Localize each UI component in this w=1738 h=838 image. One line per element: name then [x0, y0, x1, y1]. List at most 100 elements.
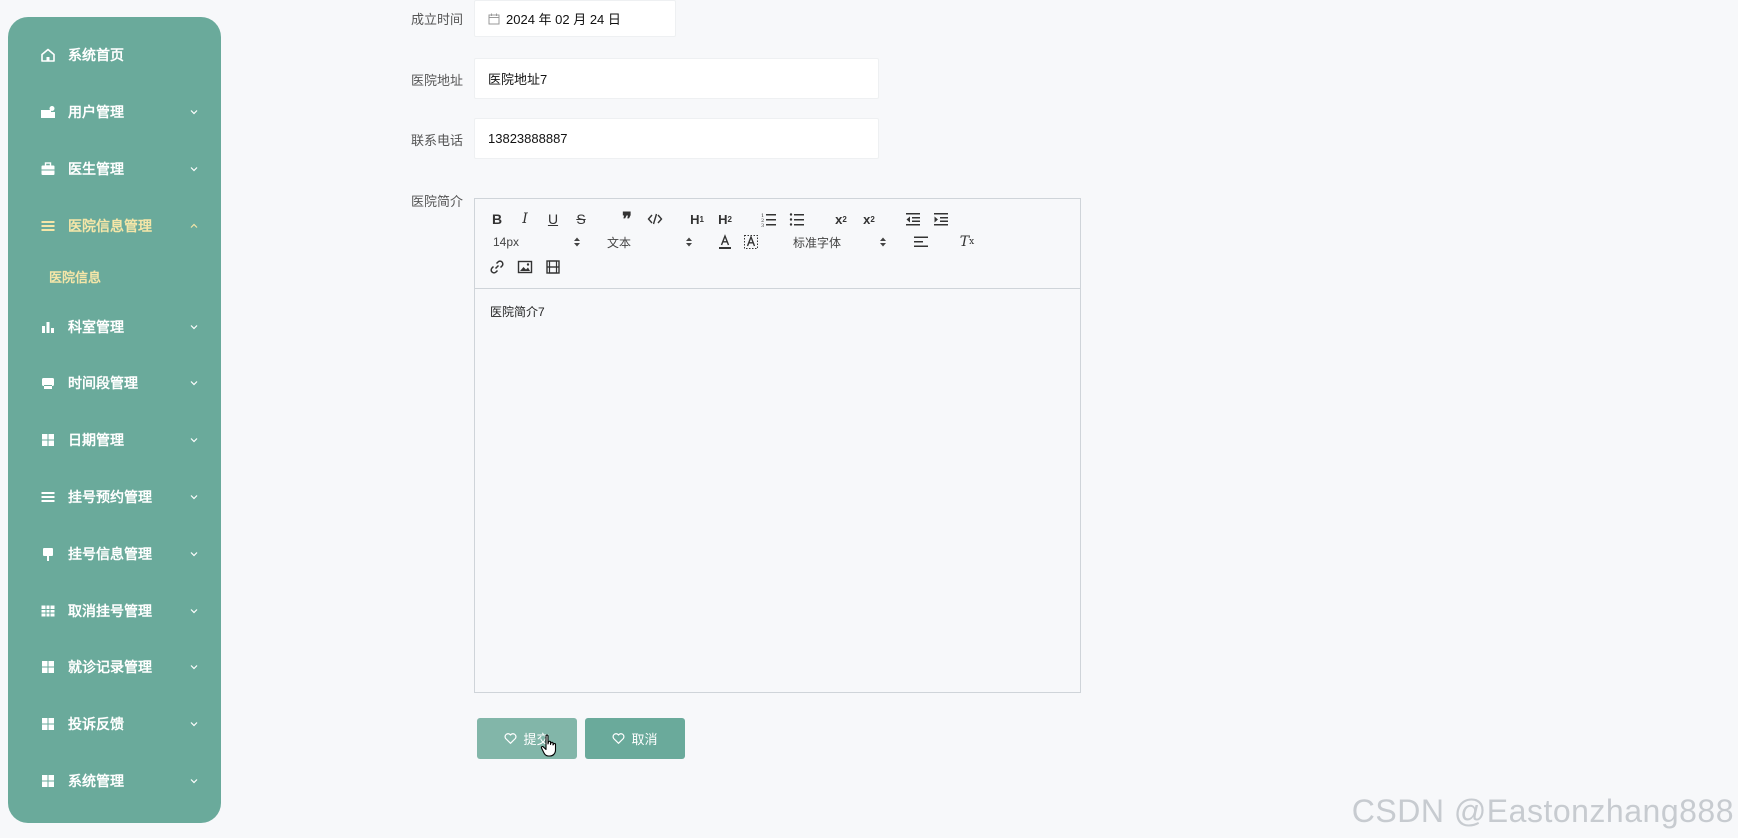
strikethrough-icon[interactable]: S [571, 209, 591, 229]
sidebar-subitem-hospital-info[interactable]: 医院信息 [8, 254, 221, 298]
sidebar-item-doctors[interactable]: 医生管理 [8, 141, 221, 198]
editor-paragraph: 医院简介7 [490, 305, 545, 319]
chevron-down-icon [189, 322, 199, 332]
select-arrows-icon [685, 236, 693, 248]
phone-input[interactable]: 13823888887 [474, 118, 879, 159]
sidebar-item-label: 科室管理 [68, 318, 124, 335]
sidebar-item-cancel-registration[interactable]: 取消挂号管理 [8, 582, 221, 639]
user-manage-icon [40, 104, 56, 120]
chevron-down-icon [189, 107, 199, 117]
chevron-up-icon [189, 221, 199, 231]
heart-icon [504, 732, 517, 745]
font-family-select[interactable]: 标准字体 [793, 233, 887, 251]
hand-cursor-icon [540, 734, 558, 758]
cancel-button[interactable]: 取消 [585, 718, 685, 759]
link-icon[interactable] [487, 257, 507, 277]
chevron-down-icon [189, 435, 199, 445]
heading-1-icon[interactable]: H1 [687, 209, 707, 229]
sidebar-item-complaints[interactable]: 投诉反馈 [8, 696, 221, 753]
indent-icon[interactable] [931, 209, 951, 229]
chevron-down-icon [189, 776, 199, 786]
founded-date-input[interactable]: 2024 年 02 月 24 日 [474, 0, 676, 37]
sidebar-item-hospital-info[interactable]: 医院信息管理 [8, 197, 221, 254]
calendar-icon [488, 13, 500, 25]
editor-content[interactable]: 医院简介7 [475, 289, 1080, 334]
chevron-down-icon [189, 164, 199, 174]
image-icon[interactable] [515, 257, 535, 277]
intro-label: 医院简介 [410, 194, 463, 209]
sidebar-item-dates[interactable]: 日期管理 [8, 412, 221, 469]
bar-chart-icon [40, 319, 56, 335]
sidebar-item-label: 挂号预约管理 [68, 488, 152, 505]
sidebar-item-label: 用户管理 [68, 104, 124, 121]
pin-icon [40, 546, 56, 562]
outdent-icon[interactable] [903, 209, 923, 229]
address-label: 医院地址 [410, 73, 463, 88]
clear-format-icon[interactable]: Tx [957, 232, 977, 252]
sidebar-item-users[interactable]: 用户管理 [8, 84, 221, 141]
sidebar-item-label: 投诉反馈 [68, 716, 124, 733]
grid-icon [40, 716, 56, 732]
phone-value: 13823888887 [488, 131, 568, 146]
underline-icon[interactable]: U [543, 209, 563, 229]
italic-icon[interactable]: I [515, 209, 535, 229]
chevron-down-icon [189, 549, 199, 559]
blockquote-icon[interactable]: ❞ [617, 209, 637, 230]
sidebar-item-label: 系统管理 [68, 772, 124, 789]
superscript-icon[interactable]: x2 [859, 209, 879, 229]
sidebar-item-label: 就诊记录管理 [68, 659, 152, 676]
font-family-value: 标准字体 [793, 235, 842, 250]
font-size-value: 14px [493, 235, 520, 249]
address-input[interactable]: 医院地址7 [474, 58, 879, 99]
font-size-select[interactable]: 14px [493, 233, 581, 251]
phone-label: 联系电话 [410, 133, 463, 148]
code-block-icon[interactable] [645, 209, 665, 229]
table-icon [40, 603, 56, 619]
sidebar-item-label: 系统首页 [68, 47, 124, 64]
chevron-down-icon [189, 606, 199, 616]
editor-toolbar: B I U S ❞ H1 H2 123 x2 x2 14px 文本 标准字体 T… [475, 199, 1080, 289]
heart-icon [612, 732, 625, 745]
ordered-list-icon[interactable]: 123 [759, 209, 779, 229]
grid-icon [40, 659, 56, 675]
heading-select[interactable]: 文本 [607, 233, 693, 251]
sidebar-item-time-slots[interactable]: 时间段管理 [8, 355, 221, 412]
bold-icon[interactable]: B [487, 209, 507, 229]
select-arrows-icon [573, 236, 581, 248]
sidebar-item-label: 医院信息管理 [68, 217, 152, 234]
sidebar-item-home[interactable]: 系统首页 [8, 27, 221, 84]
sidebar-item-label: 取消挂号管理 [68, 602, 152, 619]
align-left-icon[interactable] [911, 232, 931, 252]
svg-text:3: 3 [761, 223, 764, 227]
submit-button[interactable]: 提交 [477, 718, 577, 759]
chevron-down-icon [189, 662, 199, 672]
cancel-button-label: 取消 [631, 732, 658, 747]
grid-icon [40, 432, 56, 448]
sidebar-item-label: 日期管理 [68, 432, 124, 449]
chevron-down-icon [189, 378, 199, 388]
sidebar-item-visit-records[interactable]: 就诊记录管理 [8, 639, 221, 696]
briefcase-icon [40, 161, 56, 177]
sidebar-item-label: 挂号信息管理 [68, 545, 152, 562]
founded-date-value: 2024 年 02 月 24 日 [506, 12, 621, 27]
sidebar-subitem-label: 医院信息 [49, 269, 102, 285]
chevron-down-icon [189, 719, 199, 729]
sidebar: 系统首页 用户管理 医生管理 医院信息管理 医院信息 科室管理 时间段管理 日期… [8, 17, 221, 823]
sidebar-item-system[interactable]: 系统管理 [8, 753, 221, 810]
bullet-list-icon[interactable] [787, 209, 807, 229]
heading-select-value: 文本 [607, 235, 632, 250]
watermark: CSDN @Eastonzhang888 [1351, 793, 1734, 829]
grid-icon [40, 773, 56, 789]
sidebar-item-registration-info[interactable]: 挂号信息管理 [8, 525, 221, 582]
heading-2-icon[interactable]: H2 [715, 209, 735, 229]
video-icon[interactable] [543, 257, 563, 277]
printer-icon [40, 375, 56, 391]
text-color-icon[interactable] [715, 232, 735, 252]
sidebar-item-appointments[interactable]: 挂号预约管理 [8, 469, 221, 526]
subscript-icon[interactable]: x2 [831, 209, 851, 229]
sidebar-item-departments[interactable]: 科室管理 [8, 298, 221, 355]
background-color-icon[interactable] [741, 232, 761, 252]
list-icon [40, 218, 56, 234]
rich-text-editor: B I U S ❞ H1 H2 123 x2 x2 14px 文本 标准字体 T… [474, 198, 1081, 693]
address-value: 医院地址7 [488, 72, 548, 87]
